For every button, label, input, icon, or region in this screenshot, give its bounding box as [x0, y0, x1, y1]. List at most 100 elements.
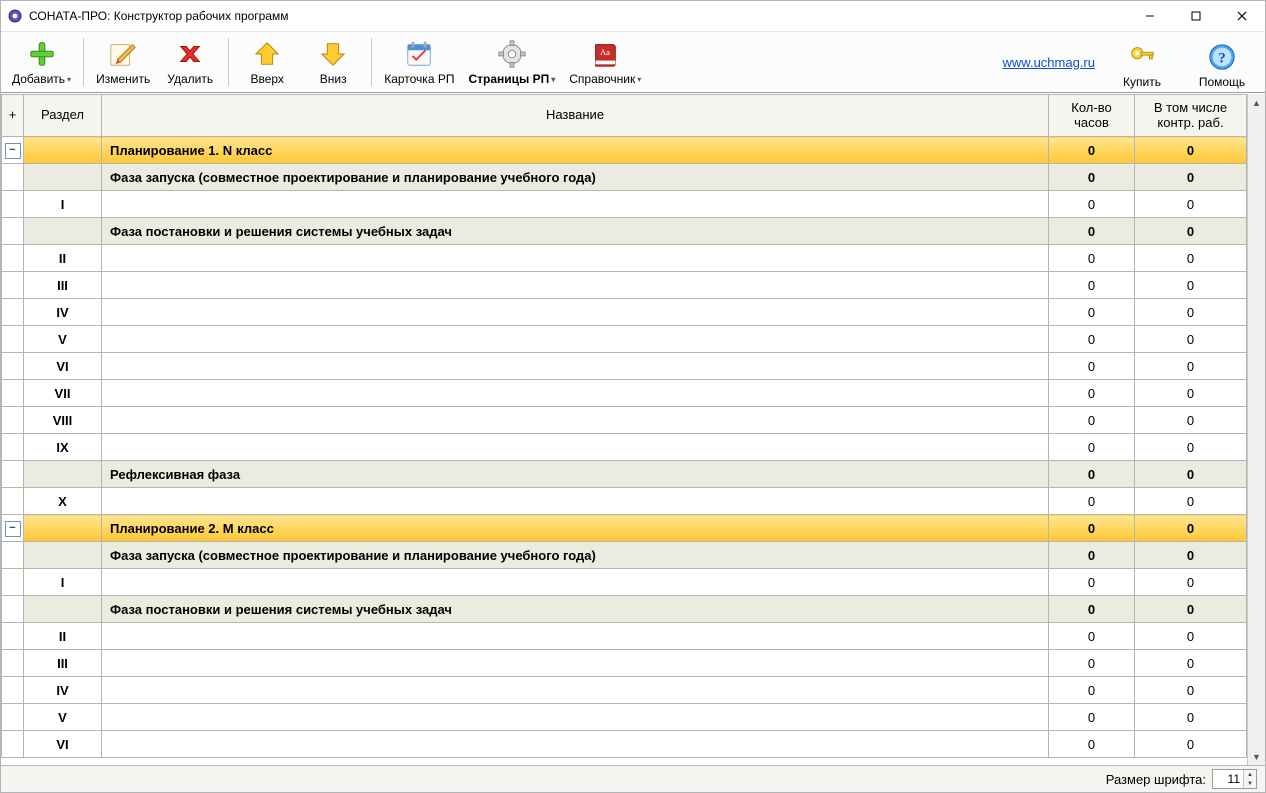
kontr-cell[interactable]: 0 — [1135, 164, 1247, 191]
delete-button[interactable]: Удалить — [157, 35, 223, 89]
website-link[interactable]: www.uchmag.ru — [1003, 55, 1095, 70]
name-cell[interactable] — [102, 569, 1049, 596]
section-cell[interactable]: II — [24, 245, 102, 272]
hours-cell[interactable]: 0 — [1049, 326, 1135, 353]
name-cell[interactable] — [102, 731, 1049, 758]
name-cell[interactable] — [102, 272, 1049, 299]
section-cell[interactable]: VIII — [24, 407, 102, 434]
website-link-text[interactable]: www.uchmag.ru — [1003, 55, 1095, 70]
table-row[interactable]: Фаза постановки и решения системы учебны… — [2, 596, 1247, 623]
hours-cell[interactable]: 0 — [1049, 299, 1135, 326]
expand-cell[interactable]: − — [2, 515, 24, 542]
section-cell[interactable]: VI — [24, 731, 102, 758]
add-button[interactable]: Добавить▾ — [5, 35, 78, 89]
pages-button[interactable]: Страницы РП▾ — [461, 35, 562, 89]
hours-cell[interactable]: 0 — [1049, 245, 1135, 272]
table-row[interactable]: Фаза запуска (совместное проектирование … — [2, 542, 1247, 569]
table-row[interactable]: VI00 — [2, 353, 1247, 380]
table-row[interactable]: X00 — [2, 488, 1247, 515]
hours-cell[interactable]: 0 — [1049, 272, 1135, 299]
table-row[interactable]: −Планирование 2. M класс00 — [2, 515, 1247, 542]
section-cell[interactable]: I — [24, 191, 102, 218]
kontr-cell[interactable]: 0 — [1135, 191, 1247, 218]
name-cell[interactable] — [102, 623, 1049, 650]
kontr-cell[interactable]: 0 — [1135, 434, 1247, 461]
hours-cell[interactable]: 0 — [1049, 353, 1135, 380]
name-cell[interactable]: Планирование 2. M класс — [102, 515, 1049, 542]
handbook-button[interactable]: Aa Справочник▾ — [562, 35, 648, 89]
hours-cell[interactable]: 0 — [1049, 164, 1135, 191]
section-cell[interactable]: IV — [24, 299, 102, 326]
font-size-up[interactable]: ▲ — [1244, 770, 1256, 779]
name-cell[interactable]: Рефлексивная фаза — [102, 461, 1049, 488]
hours-cell[interactable]: 0 — [1049, 191, 1135, 218]
name-cell[interactable] — [102, 704, 1049, 731]
kontr-cell[interactable]: 0 — [1135, 407, 1247, 434]
col-header-expand[interactable]: + — [2, 95, 24, 137]
section-cell[interactable]: V — [24, 704, 102, 731]
section-cell[interactable]: VII — [24, 380, 102, 407]
section-cell[interactable] — [24, 596, 102, 623]
kontr-cell[interactable]: 0 — [1135, 677, 1247, 704]
name-cell[interactable] — [102, 353, 1049, 380]
table-row[interactable]: III00 — [2, 272, 1247, 299]
hours-cell[interactable]: 0 — [1049, 596, 1135, 623]
section-cell[interactable]: V — [24, 326, 102, 353]
help-button[interactable]: ? Помощь — [1189, 38, 1255, 92]
hours-cell[interactable]: 0 — [1049, 488, 1135, 515]
hours-cell[interactable]: 0 — [1049, 677, 1135, 704]
window-close-button[interactable] — [1219, 1, 1265, 31]
table-row[interactable]: VI 00 — [2, 731, 1247, 758]
card-button[interactable]: Карточка РП — [377, 35, 461, 89]
expand-cell[interactable]: − — [2, 137, 24, 164]
kontr-cell[interactable]: 0 — [1135, 569, 1247, 596]
table-row[interactable]: V00 — [2, 704, 1247, 731]
font-size-down[interactable]: ▼ — [1244, 779, 1256, 788]
table-row[interactable]: IV 00 — [2, 299, 1247, 326]
col-header-name[interactable]: Название — [102, 95, 1049, 137]
hours-cell[interactable]: 0 — [1049, 407, 1135, 434]
name-cell[interactable]: Фаза постановки и решения системы учебны… — [102, 596, 1049, 623]
table-row[interactable]: I 00 — [2, 569, 1247, 596]
section-cell[interactable]: I — [24, 569, 102, 596]
table-row[interactable]: VII00 — [2, 380, 1247, 407]
collapse-icon[interactable]: − — [5, 521, 21, 537]
name-cell[interactable] — [102, 650, 1049, 677]
section-cell[interactable] — [24, 218, 102, 245]
kontr-cell[interactable]: 0 — [1135, 326, 1247, 353]
hours-cell[interactable]: 0 — [1049, 650, 1135, 677]
table-row[interactable]: II00 — [2, 623, 1247, 650]
hours-cell[interactable]: 0 — [1049, 461, 1135, 488]
hours-cell[interactable]: 0 — [1049, 704, 1135, 731]
name-cell[interactable] — [102, 299, 1049, 326]
hours-cell[interactable]: 0 — [1049, 434, 1135, 461]
down-button[interactable]: Вниз — [300, 35, 366, 89]
buy-button[interactable]: Купить — [1109, 38, 1175, 92]
table-row[interactable]: III 00 — [2, 650, 1247, 677]
section-cell[interactable] — [24, 515, 102, 542]
kontr-cell[interactable]: 0 — [1135, 272, 1247, 299]
kontr-cell[interactable]: 0 — [1135, 299, 1247, 326]
kontr-cell[interactable]: 0 — [1135, 137, 1247, 164]
hours-cell[interactable]: 0 — [1049, 569, 1135, 596]
section-cell[interactable]: III — [24, 650, 102, 677]
hours-cell[interactable]: 0 — [1049, 731, 1135, 758]
up-button[interactable]: Вверх — [234, 35, 300, 89]
section-cell[interactable]: II — [24, 623, 102, 650]
kontr-cell[interactable]: 0 — [1135, 731, 1247, 758]
kontr-cell[interactable]: 0 — [1135, 542, 1247, 569]
kontr-cell[interactable]: 0 — [1135, 245, 1247, 272]
name-cell[interactable] — [102, 488, 1049, 515]
kontr-cell[interactable]: 0 — [1135, 461, 1247, 488]
hours-cell[interactable]: 0 — [1049, 218, 1135, 245]
name-cell[interactable] — [102, 407, 1049, 434]
hours-cell[interactable]: 0 — [1049, 515, 1135, 542]
kontr-cell[interactable]: 0 — [1135, 380, 1247, 407]
planning-grid[interactable]: + Раздел Название Кол-во часов В том чис… — [1, 94, 1247, 758]
name-cell[interactable]: Планирование 1. N класс — [102, 137, 1049, 164]
kontr-cell[interactable]: 0 — [1135, 218, 1247, 245]
section-cell[interactable]: IV — [24, 677, 102, 704]
kontr-cell[interactable]: 0 — [1135, 353, 1247, 380]
table-row[interactable]: Фаза запуска (совместное проектирование … — [2, 164, 1247, 191]
kontr-cell[interactable]: 0 — [1135, 650, 1247, 677]
